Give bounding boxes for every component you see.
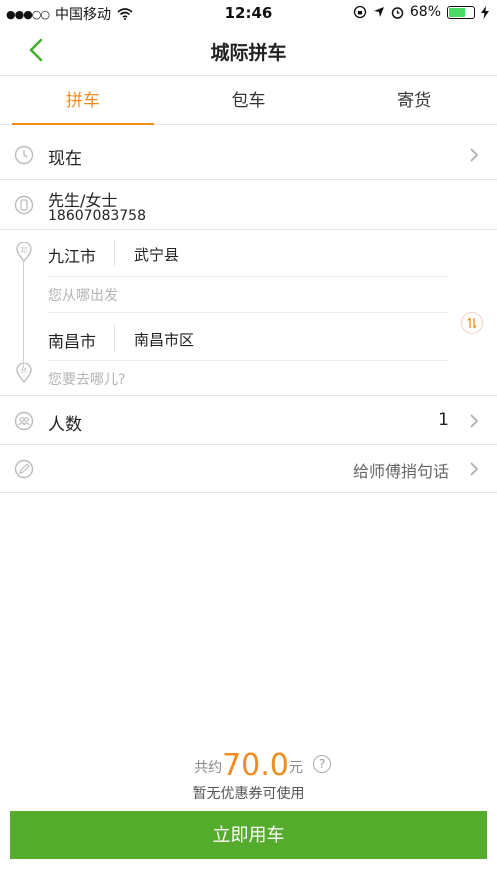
route-line (23, 260, 24, 368)
svg-text:起: 起 (21, 246, 27, 254)
swap-icon (467, 317, 477, 329)
origin-city[interactable]: 九江市 (48, 243, 96, 267)
pencil-icon (14, 459, 34, 479)
route-section: 起 九江市 武宁县 您从哪出发 南昌市 南昌市区 您要去哪儿? 终 (0, 230, 497, 396)
swap-route-button[interactable] (461, 312, 483, 334)
chevron-right-icon (470, 462, 479, 476)
page-title: 城际拼车 (210, 42, 287, 64)
people-icon (14, 411, 34, 431)
location-icon (373, 7, 384, 17)
chevron-right-icon (470, 148, 479, 162)
price-line: 共约70.0元 (0, 748, 497, 783)
passenger-count-row[interactable]: 人数 1 (0, 397, 497, 445)
price-summary: 共约70.0元 ? 暂无优惠券可使用 (0, 748, 497, 803)
contact-row[interactable]: 先生/女士 18607083758 (0, 180, 497, 230)
departure-time-label: 现在 (48, 149, 82, 169)
nav-bar: 城际拼车 (0, 26, 497, 76)
battery-percent: 68% (409, 4, 441, 20)
service-tabs: 拼车 包车 寄货 (0, 77, 497, 125)
phone-icon (14, 195, 34, 215)
tab-carpool[interactable]: 拼车 (0, 77, 166, 125)
passenger-count-value: 1 (438, 410, 449, 430)
origin-pin-icon: 起 (16, 242, 32, 262)
driver-note-label: 给师傅捎句话 (352, 462, 449, 481)
origin-address-input[interactable]: 您从哪出发 (48, 285, 118, 305)
battery-fill (449, 7, 466, 17)
dest-divider (48, 360, 449, 361)
price-unit: 元 (288, 760, 303, 776)
battery-icon (447, 5, 475, 19)
origin-divider (48, 276, 449, 277)
tab-delivery[interactable]: 寄货 (331, 77, 497, 124)
svg-text:终: 终 (21, 367, 27, 375)
price-prefix: 共约 (194, 760, 223, 776)
price-amount: 70.0 (222, 748, 289, 783)
departure-time-row[interactable]: 现在 (0, 130, 497, 180)
price-help-icon[interactable]: ? (313, 755, 331, 773)
dest-city[interactable]: 南昌市 (48, 328, 96, 352)
chevron-right-icon (470, 414, 479, 428)
dest-address-input[interactable]: 您要去哪儿? (48, 369, 125, 389)
contact-phone: 18607083758 (48, 208, 146, 224)
rotation-lock-icon (353, 5, 367, 19)
driver-note-row[interactable]: 给师傅捎句话 (0, 445, 497, 493)
destination-pin-icon: 终 (16, 363, 32, 383)
middle-divider (48, 312, 449, 313)
dest-separator (114, 325, 115, 351)
status-right: 68% (353, 4, 489, 20)
charging-icon (481, 5, 489, 19)
origin-separator (114, 240, 115, 266)
status-bar: ●●●○○ 中国移动 12:46 68% (0, 0, 497, 26)
origin-district[interactable]: 武宁县 (134, 244, 179, 265)
clock-icon (14, 145, 34, 165)
passenger-count-label: 人数 (48, 415, 82, 435)
alarm-icon (391, 6, 404, 19)
coupon-status: 暂无优惠券可使用 (192, 786, 305, 802)
dest-district[interactable]: 南昌市区 (134, 329, 194, 350)
tab-charter[interactable]: 包车 (166, 77, 332, 124)
book-now-button[interactable]: 立即用车 (10, 811, 487, 859)
